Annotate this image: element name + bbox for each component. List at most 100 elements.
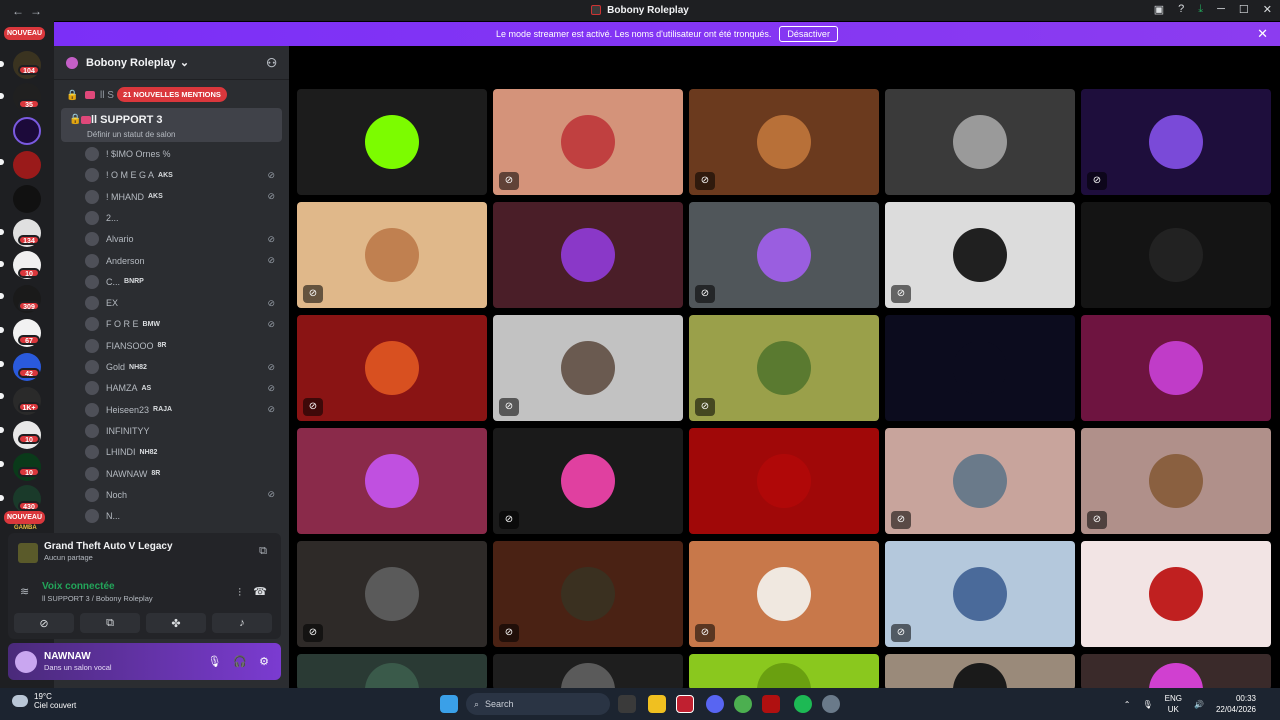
- video-tile[interactable]: [885, 654, 1075, 690]
- video-tile[interactable]: [493, 202, 683, 308]
- server-icon[interactable]: [13, 185, 41, 213]
- video-tile[interactable]: ⊘: [689, 89, 879, 195]
- video-tile[interactable]: [1081, 654, 1271, 690]
- voice-user-row[interactable]: EX ⊘: [85, 293, 281, 313]
- video-tile[interactable]: ⊘: [297, 315, 487, 421]
- video-tile[interactable]: [689, 654, 879, 690]
- avatar[interactable]: [85, 509, 99, 524]
- active-voice-channel[interactable]: 🔒 ll SUPPORT 3 Définir un statut de salo…: [61, 108, 282, 142]
- app-icon[interactable]: [676, 695, 694, 713]
- avatar[interactable]: [85, 360, 99, 374]
- video-tile[interactable]: ⊘: [493, 315, 683, 421]
- back-arrow-icon[interactable]: ←: [12, 4, 24, 18]
- avatar[interactable]: [15, 650, 37, 673]
- voice-user-row[interactable]: C... BNRP: [85, 272, 281, 292]
- discord-icon[interactable]: [706, 695, 724, 713]
- avatar[interactable]: [85, 147, 99, 161]
- voice-user-row[interactable]: ! $IMO Ornes %: [85, 144, 281, 164]
- voice-user-row[interactable]: 2...: [85, 208, 281, 228]
- language-indicator[interactable]: ENG UK: [1165, 693, 1182, 715]
- voice-user-row[interactable]: INFINITYY: [85, 421, 281, 441]
- voice-user-row[interactable]: ! MHAND AKS ⊘: [85, 187, 281, 207]
- microphone-icon[interactable]: 🎙: [207, 655, 221, 668]
- video-tile[interactable]: [885, 89, 1075, 195]
- server-icon[interactable]: [13, 151, 41, 179]
- server-icon[interactable]: [13, 117, 41, 145]
- avatar[interactable]: [85, 338, 99, 353]
- voice-user-row[interactable]: HAMZA AS ⊘: [85, 378, 281, 398]
- file-explorer-icon[interactable]: [648, 695, 666, 713]
- soundboard-button[interactable]: ♪: [212, 613, 272, 633]
- maximize-icon[interactable]: ☐: [1239, 3, 1249, 16]
- video-tile[interactable]: [1081, 315, 1271, 421]
- noise-suppression-icon[interactable]: ⫶: [238, 587, 241, 600]
- close-banner-icon[interactable]: ✕: [1257, 26, 1268, 42]
- video-tile[interactable]: [1081, 541, 1271, 647]
- avatar[interactable]: [85, 381, 99, 396]
- volume-icon[interactable]: 🔊: [1194, 700, 1204, 709]
- inbox-icon[interactable]: ▣: [1154, 3, 1164, 16]
- video-tile[interactable]: ⊘: [297, 541, 487, 647]
- video-tile[interactable]: ⊘: [297, 202, 487, 308]
- new-mentions-badge[interactable]: 21 NOUVELLES MENTIONS: [117, 87, 227, 102]
- video-tile[interactable]: ⊘: [885, 428, 1075, 534]
- voice-user-row[interactable]: LHINDI NH82: [85, 442, 281, 462]
- task-view-icon[interactable]: [618, 695, 636, 713]
- voice-user-row[interactable]: FIANSOOO 8R: [85, 336, 281, 356]
- avatar[interactable]: [85, 402, 99, 417]
- video-tile[interactable]: ⊘: [689, 541, 879, 647]
- video-tile[interactable]: [297, 654, 487, 690]
- avatar[interactable]: [85, 210, 99, 225]
- camera-off-button[interactable]: ⊘: [14, 613, 74, 633]
- avatar[interactable]: [85, 445, 99, 460]
- video-tile[interactable]: [1081, 202, 1271, 308]
- activities-button[interactable]: ✤: [146, 613, 206, 633]
- voice-user-row[interactable]: ! O M E G A AKS ⊘: [85, 165, 281, 185]
- video-tile[interactable]: [885, 315, 1075, 421]
- video-tile[interactable]: ⊘: [689, 315, 879, 421]
- weather-widget[interactable]: 19°C Ciel couvert: [12, 692, 76, 710]
- screen-share-icon[interactable]: ⧉: [259, 545, 267, 558]
- avatar[interactable]: [85, 423, 99, 438]
- avatar[interactable]: [85, 168, 99, 183]
- avatar[interactable]: [85, 296, 99, 311]
- avatar[interactable]: [85, 487, 99, 502]
- video-tile[interactable]: [689, 428, 879, 534]
- voice-user-row[interactable]: Gold NH82 ⊘: [85, 357, 281, 377]
- video-tile[interactable]: ⊘: [493, 541, 683, 647]
- avatar[interactable]: [85, 232, 99, 247]
- user-info[interactable]: NAWNAW Dans un salon vocal: [44, 651, 112, 672]
- chrome-icon[interactable]: [734, 695, 752, 713]
- add-user-icon[interactable]: ⚇: [266, 56, 277, 70]
- video-tile[interactable]: [297, 428, 487, 534]
- video-tile[interactable]: ⊘: [1081, 428, 1271, 534]
- windows-start-icon[interactable]: [440, 695, 458, 713]
- voice-user-row[interactable]: Alvario ⊘: [85, 229, 281, 249]
- avatar[interactable]: [85, 274, 99, 289]
- chevron-up-icon[interactable]: ⌃: [1124, 700, 1131, 709]
- help-icon[interactable]: ?: [1178, 3, 1184, 16]
- voice-user-row[interactable]: Anderson ⊘: [85, 251, 281, 271]
- microphone-icon[interactable]: 🎙: [1142, 700, 1152, 709]
- video-tile[interactable]: [493, 654, 683, 690]
- signal-icon[interactable]: ≋: [20, 585, 29, 598]
- minimize-icon[interactable]: ─: [1217, 3, 1225, 16]
- disconnect-icon[interactable]: ☎: [253, 585, 267, 598]
- video-tile[interactable]: ⊘: [493, 89, 683, 195]
- voice-user-row[interactable]: NAWNAW 8R: [85, 464, 281, 484]
- share-screen-button[interactable]: ⧉: [80, 613, 140, 633]
- video-tile[interactable]: ⊘: [1081, 89, 1271, 195]
- download-icon[interactable]: ⤓: [1198, 3, 1203, 16]
- forward-arrow-icon[interactable]: →: [30, 4, 42, 18]
- disable-streamer-button[interactable]: Désactiver: [779, 26, 838, 42]
- voice-user-row[interactable]: Heiseen23 RAJA ⊘: [85, 400, 281, 420]
- gear-icon[interactable]: ⚙: [259, 655, 269, 668]
- video-tile[interactable]: ⊘: [885, 202, 1075, 308]
- video-tile[interactable]: ⊘: [689, 202, 879, 308]
- channel-status-hint[interactable]: Définir un statut de salon: [87, 130, 176, 139]
- voice-user-row[interactable]: N...: [85, 506, 281, 526]
- voice-user-row[interactable]: Noch ⊘: [85, 485, 281, 505]
- video-tile[interactable]: ⊘: [493, 428, 683, 534]
- server-header[interactable]: Bobony Roleplay ⌄ ⚇: [54, 46, 289, 80]
- taskbar-search[interactable]: ⌕ Search: [466, 693, 610, 715]
